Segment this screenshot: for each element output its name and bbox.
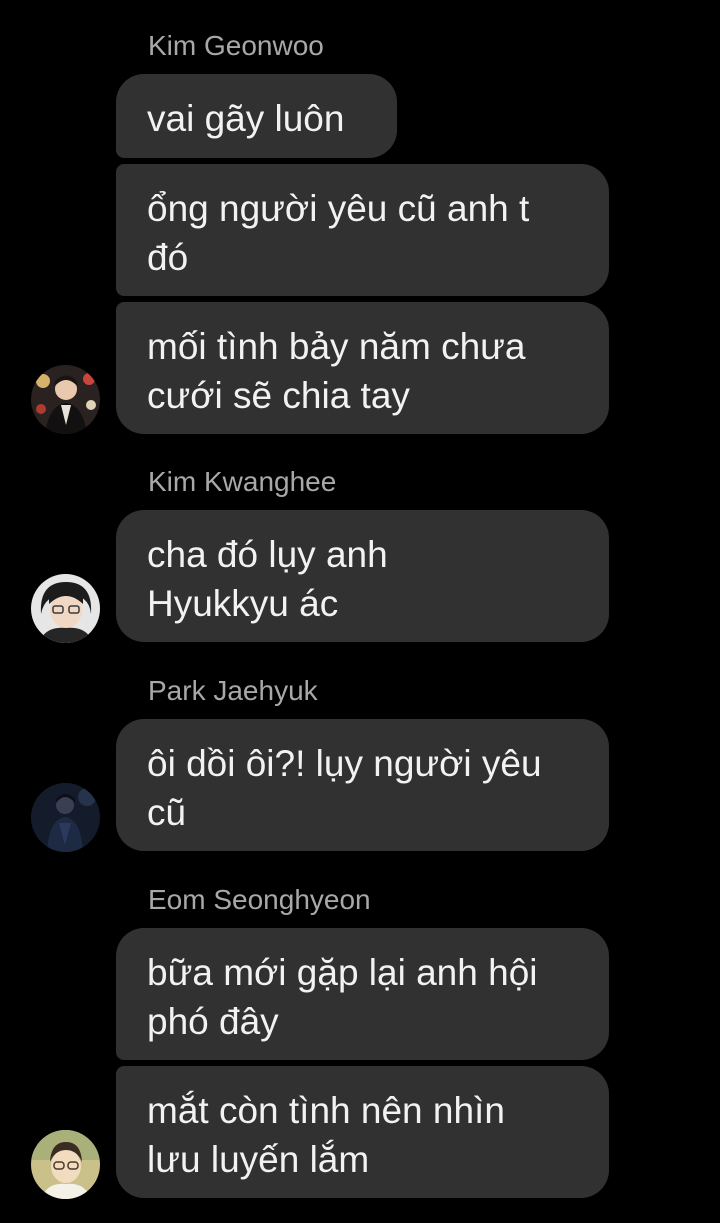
- avatar[interactable]: [31, 574, 100, 643]
- sender-name: Eom Seonghyeon: [148, 884, 371, 915]
- profile-photo-icon: [31, 365, 100, 434]
- sender-name: Park Jaehyuk: [148, 675, 318, 706]
- avatar[interactable]: [31, 783, 100, 852]
- profile-photo-icon: [31, 783, 100, 852]
- message-bubble[interactable]: mắt còn tình nên nhìn lưu luyến lắm: [116, 1066, 609, 1198]
- message-bubble[interactable]: cha đó lụy anh Hyukkyu ác: [116, 510, 609, 642]
- sender-name: Kim Geonwoo: [148, 30, 324, 61]
- profile-photo-icon: [31, 574, 100, 643]
- avatar[interactable]: [31, 1130, 100, 1199]
- message-bubble[interactable]: vai gãy luôn: [116, 74, 397, 158]
- message-bubble[interactable]: mối tình bảy năm chưa cưới sẽ chia tay: [116, 302, 609, 434]
- message-bubble[interactable]: bữa mới gặp lại anh hội phó đây: [116, 928, 609, 1060]
- message-bubble[interactable]: ổng người yêu cũ anh t đó: [116, 164, 609, 296]
- message-bubble[interactable]: ôi dồi ôi?! lụy người yêu cũ: [116, 719, 609, 851]
- sender-name: Kim Kwanghee: [148, 466, 337, 497]
- avatar[interactable]: [31, 365, 100, 434]
- profile-photo-icon: [31, 1130, 100, 1199]
